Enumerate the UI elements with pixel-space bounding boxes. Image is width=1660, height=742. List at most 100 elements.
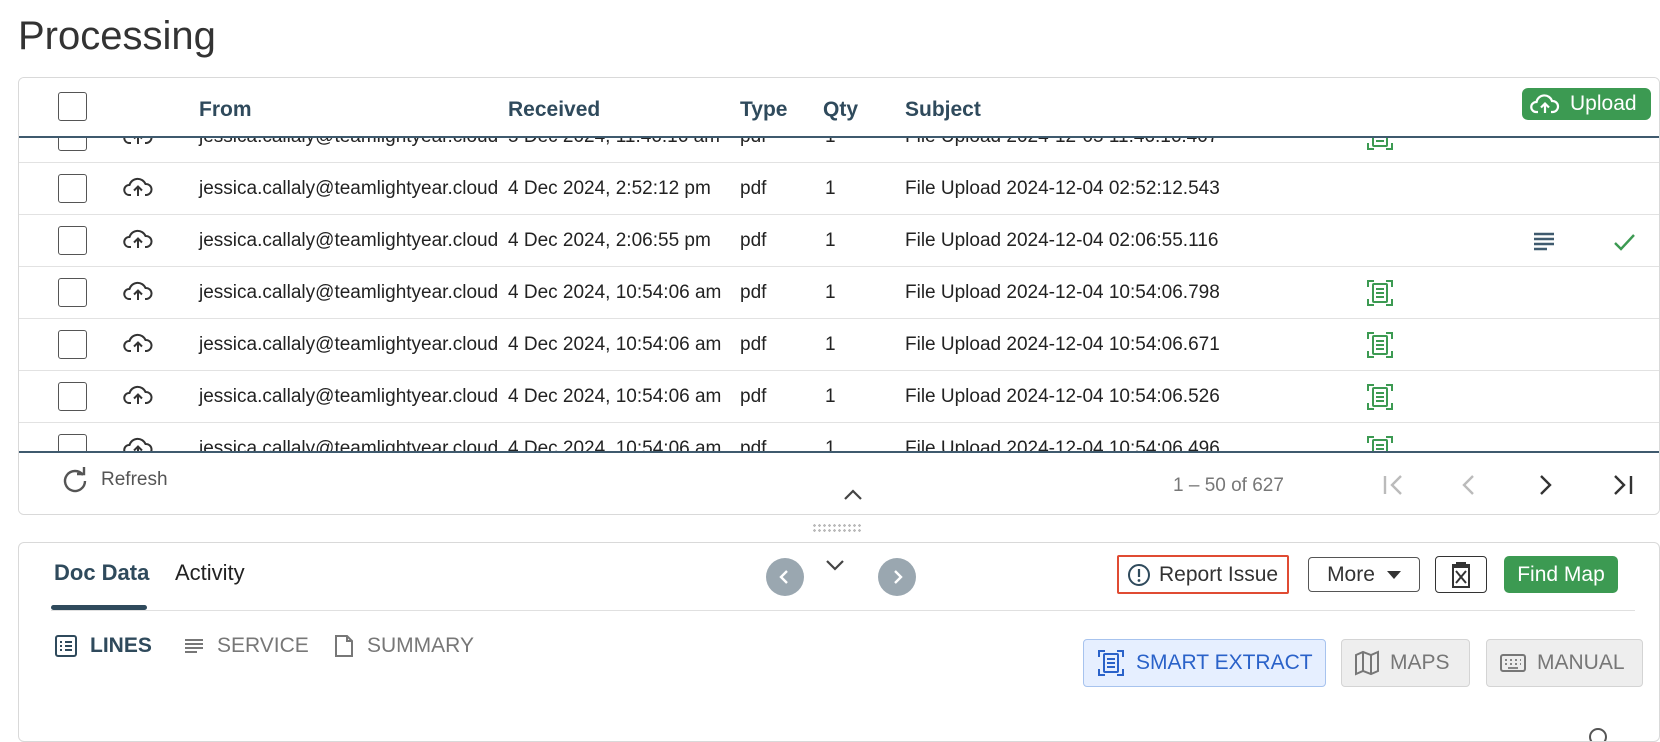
row-checkbox[interactable] (58, 174, 87, 203)
more-dropdown[interactable]: More (1308, 557, 1420, 592)
keyboard-icon (1500, 654, 1526, 672)
chevron-left-icon (779, 570, 788, 584)
row-received: 4 Dec 2024, 10:54:06 am (508, 386, 722, 407)
lines-icon[interactable] (1529, 227, 1559, 257)
documents-table: From Received Type Qty Subject Upload je… (18, 77, 1660, 515)
tabs-divider (51, 610, 1635, 611)
row-subject: File Upload 2024-12-04 10:54:06.526 (905, 386, 1220, 407)
row-type: pdf (740, 334, 767, 355)
next-page-button[interactable] (1527, 467, 1563, 503)
row-received: 4 Dec 2024, 10:54:06 am (508, 438, 722, 451)
row-from: jessica.callaly@teamlightyear.cloud (199, 386, 499, 407)
last-page-button[interactable] (1605, 467, 1641, 503)
column-type[interactable]: Type (740, 98, 787, 122)
tab-activity[interactable]: Activity (175, 560, 245, 586)
maps-button[interactable]: MAPS (1341, 639, 1470, 687)
row-from: jessica.callaly@teamlightyear.cloud (199, 438, 499, 451)
subtab-service[interactable]: SERVICE (183, 634, 309, 658)
row-type: pdf (740, 230, 767, 251)
first-page-button[interactable] (1375, 467, 1411, 503)
subtab-lines[interactable]: LINES (54, 634, 152, 658)
upload-label: Upload (1570, 92, 1637, 115)
table-row[interactable]: jessica.callaly@teamlightyear.cloud 4 De… (19, 215, 1659, 267)
row-checkbox[interactable] (58, 226, 87, 255)
map-icon (1355, 650, 1379, 676)
column-qty[interactable]: Qty (823, 98, 858, 122)
row-checkbox[interactable] (58, 434, 87, 451)
table-row[interactable]: jessica.callaly@teamlightyear.cloud 4 De… (19, 163, 1659, 215)
table-body: jessica.callaly@teamlightyear.cloud 5 De… (19, 138, 1659, 451)
smart-extract-icon[interactable] (1365, 278, 1395, 308)
table-row[interactable]: jessica.callaly@teamlightyear.cloud 4 De… (19, 371, 1659, 423)
last-page-icon (1614, 475, 1633, 495)
next-document-button[interactable] (878, 558, 916, 596)
refresh-button[interactable]: Refresh (55, 465, 174, 495)
panel-resize-handle[interactable] (812, 523, 862, 533)
row-qty: 1 (825, 438, 836, 451)
select-all-checkbox[interactable] (58, 92, 87, 121)
chevron-right-icon (1540, 475, 1552, 495)
cloud-upload-icon (123, 385, 153, 404)
refresh-label: Refresh (101, 469, 168, 490)
subtab-lines-label: LINES (90, 634, 152, 657)
smart-extract-label: SMART EXTRACT (1136, 651, 1313, 674)
row-checkbox[interactable] (58, 330, 87, 359)
row-type: pdf (740, 138, 766, 148)
alert-circle-icon (1128, 563, 1150, 586)
delete-document-icon (1452, 561, 1470, 588)
smart-extract-button[interactable]: SMART EXTRACT (1083, 639, 1326, 687)
row-from: jessica.callaly@teamlightyear.cloud (199, 230, 499, 251)
cloud-upload-icon (123, 177, 153, 196)
table-row[interactable]: jessica.callaly@teamlightyear.cloud 5 De… (19, 138, 1659, 163)
previous-document-button[interactable] (766, 558, 804, 596)
manual-button[interactable]: MANUAL (1486, 639, 1643, 687)
row-received: 5 Dec 2024, 11:46:16 am (508, 138, 720, 148)
chevron-down-icon[interactable] (821, 555, 849, 575)
row-from: jessica.callaly@teamlightyear.cloud (199, 178, 499, 199)
column-received[interactable]: Received (508, 98, 600, 122)
more-label: More (1327, 562, 1375, 586)
row-checkbox[interactable] (58, 278, 87, 307)
row-subject: File Upload 2024-12-04 10:54:06.671 (905, 334, 1220, 355)
table-header: From Received Type Qty Subject Upload (19, 78, 1659, 138)
row-from: jessica.callaly@teamlightyear.cloud (199, 138, 498, 148)
cloud-upload-icon (123, 333, 153, 352)
document-icon (335, 635, 353, 657)
report-issue-button[interactable]: Report Issue (1117, 555, 1289, 594)
row-received: 4 Dec 2024, 10:54:06 am (508, 334, 722, 355)
page-title: Processing (18, 14, 216, 58)
row-subject: File Upload 2024-12-05 11:46:16.407 (905, 138, 1218, 148)
chevron-up-icon[interactable] (839, 485, 867, 505)
table-row[interactable]: jessica.callaly@teamlightyear.cloud 4 De… (19, 423, 1659, 451)
first-page-icon (1383, 475, 1402, 495)
column-subject[interactable]: Subject (905, 98, 981, 122)
upload-button[interactable]: Upload (1522, 88, 1651, 120)
document-detail-panel: Doc Data Activity Report Issue More Find… (18, 542, 1660, 742)
table-row[interactable]: jessica.callaly@teamlightyear.cloud 4 De… (19, 267, 1659, 319)
previous-page-button[interactable] (1451, 467, 1487, 503)
smart-extract-icon (1098, 650, 1124, 676)
manual-label: MANUAL (1537, 651, 1625, 674)
subtab-summary[interactable]: SUMMARY (333, 634, 474, 658)
report-issue-label: Report Issue (1159, 562, 1279, 586)
page-range: 1 – 50 of 627 (1173, 475, 1284, 496)
cloud-upload-icon (123, 437, 153, 451)
smart-extract-icon[interactable] (1365, 330, 1395, 360)
row-received: 4 Dec 2024, 2:06:55 pm (508, 230, 711, 251)
smart-extract-icon[interactable] (1365, 434, 1395, 451)
column-from[interactable]: From (199, 98, 252, 122)
row-subject: File Upload 2024-12-04 10:54:06.496 (905, 438, 1220, 451)
table-row[interactable]: jessica.callaly@teamlightyear.cloud 4 De… (19, 319, 1659, 371)
maps-label: MAPS (1390, 651, 1450, 674)
tab-doc-data[interactable]: Doc Data (54, 560, 149, 586)
smart-extract-icon[interactable] (1365, 138, 1395, 152)
row-received: 4 Dec 2024, 2:52:12 pm (508, 178, 711, 199)
row-checkbox[interactable] (58, 138, 87, 151)
refresh-icon (63, 467, 87, 493)
row-checkbox[interactable] (58, 382, 87, 411)
discard-document-button[interactable] (1435, 556, 1487, 593)
find-map-button[interactable]: Find Map (1504, 556, 1618, 593)
smart-extract-icon[interactable] (1365, 382, 1395, 412)
cloud-upload-icon (1530, 94, 1560, 114)
row-type: pdf (740, 282, 767, 303)
